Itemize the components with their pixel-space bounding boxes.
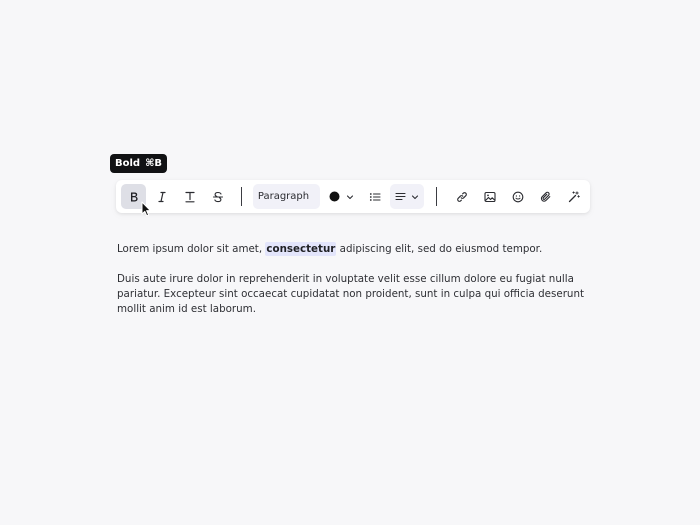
selected-text: consectetur (265, 242, 337, 256)
link-icon (456, 191, 467, 202)
paragraph-text: Lorem ipsum dolor sit amet, (117, 243, 266, 255)
tooltip-shortcut: ⌘B (145, 158, 162, 169)
italic-button[interactable] (149, 184, 174, 209)
attachment-button[interactable] (533, 184, 558, 209)
align-select[interactable] (390, 184, 424, 209)
link-button[interactable] (449, 184, 474, 209)
strikethrough-button[interactable] (205, 184, 230, 209)
emoji-button[interactable] (505, 184, 530, 209)
text-color-button[interactable] (326, 184, 356, 209)
bullet-list-icon (369, 192, 381, 201)
toolbar-divider (436, 187, 437, 206)
block-type-select[interactable]: Paragraph (253, 184, 320, 209)
ai-magic-button[interactable] (561, 184, 586, 209)
bullet-list-button[interactable] (362, 184, 387, 209)
chevron-down-icon (411, 194, 419, 199)
toolbar-divider (241, 187, 242, 206)
color-swatch-icon (329, 191, 339, 202)
editor-content[interactable]: Lorem ipsum dolor sit amet, consectetur … (117, 242, 592, 317)
strikethrough-icon (212, 191, 223, 202)
underline-button[interactable] (177, 184, 202, 209)
tooltip-label: Bold (115, 158, 141, 169)
editor-paragraph: Duis aute irure dolor in reprehenderit i… (117, 273, 585, 315)
block-type-label: Paragraph (257, 191, 310, 202)
magic-wand-icon (568, 190, 580, 202)
emoji-icon (512, 191, 523, 202)
align-left-icon (395, 192, 406, 201)
bold-tooltip: Bold ⌘B (110, 154, 167, 173)
chevron-down-icon (346, 194, 353, 199)
text-underline-icon (184, 191, 195, 202)
italic-icon (157, 191, 166, 202)
paragraph-text: adipiscing elit, sed do eiusmod tempor. (336, 243, 543, 255)
bold-icon (130, 192, 138, 201)
mouse-pointer-icon (141, 201, 151, 217)
paperclip-icon (540, 191, 550, 202)
image-icon (483, 191, 496, 202)
editor-paragraph: Lorem ipsum dolor sit amet, consectetur … (117, 242, 592, 257)
formatting-toolbar: Paragraph (116, 180, 590, 213)
image-button[interactable] (477, 184, 502, 209)
